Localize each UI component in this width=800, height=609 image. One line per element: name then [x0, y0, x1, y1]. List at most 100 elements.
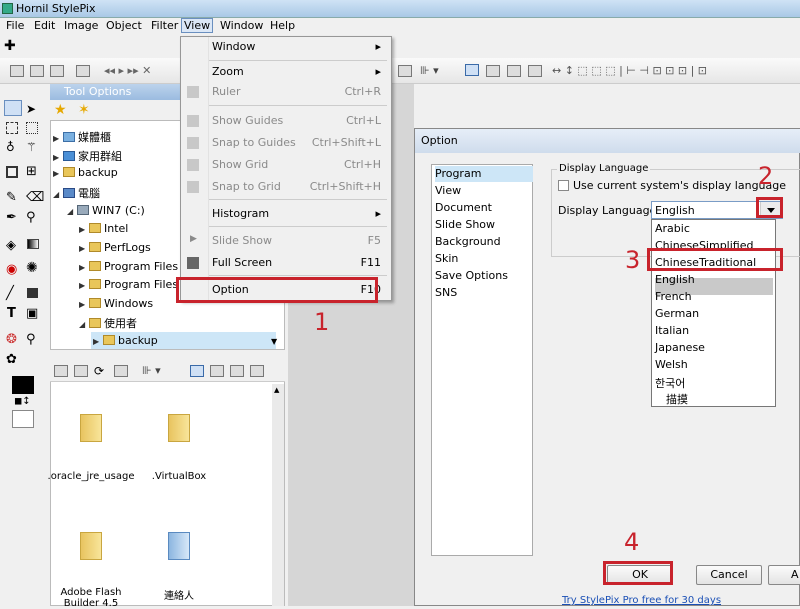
file-name[interactable]: 連絡人 — [134, 587, 224, 602]
menu-object[interactable]: Object — [104, 19, 144, 32]
apply-button[interactable]: A — [768, 565, 800, 585]
lang-option[interactable]: Italian — [655, 324, 773, 337]
redeye-icon[interactable]: ◉ — [6, 262, 17, 277]
brush-icon[interactable]: ✎ — [6, 190, 17, 205]
category-document[interactable]: Document — [435, 201, 492, 214]
view-menu-slide-show[interactable]: ▶ Slide Show F5 — [181, 231, 391, 251]
cancel-button[interactable]: Cancel — [696, 565, 762, 585]
tree-item[interactable]: ▶ Program Files — [79, 278, 178, 291]
save-icon[interactable] — [50, 65, 64, 77]
view-single-icon[interactable] — [465, 64, 479, 76]
menu-file[interactable]: File — [4, 19, 26, 32]
eye-tool-icon[interactable] — [4, 100, 22, 116]
line-icon[interactable]: ╱ — [6, 286, 14, 301]
wand-icon[interactable]: ⚚ — [26, 140, 37, 154]
lasso-icon[interactable]: ♁ — [6, 140, 15, 154]
view-menu-snap-guides[interactable]: Snap to Guides Ctrl+Shift+L — [181, 133, 391, 153]
transform-icon[interactable]: ⊞ — [26, 164, 37, 179]
lang-option[interactable]: English — [655, 273, 773, 286]
tree-item[interactable]: ◢ 電腦 — [53, 185, 100, 201]
foreground-color[interactable] — [12, 376, 34, 394]
menu-help[interactable]: Help — [268, 19, 297, 32]
menu-edit[interactable]: Edit — [32, 19, 57, 32]
tree-item[interactable]: ▶ 媒體櫃 — [53, 129, 111, 145]
lang-option[interactable]: 描摸 — [666, 391, 784, 407]
new-icon[interactable] — [10, 65, 24, 77]
category-save-options[interactable]: Save Options — [435, 269, 508, 282]
folder-icon[interactable] — [80, 414, 102, 442]
new-folder-icon[interactable] — [74, 365, 88, 377]
select-ellipse-icon[interactable] — [26, 122, 38, 134]
view-list-icon[interactable] — [528, 65, 542, 77]
background-color[interactable] — [12, 410, 34, 428]
print-icon[interactable] — [76, 65, 90, 77]
star-add-icon[interactable]: ✶ — [78, 102, 90, 118]
refresh-icon[interactable]: ⟳ — [94, 364, 104, 378]
view-menu-histogram[interactable]: Histogram ▸ — [181, 204, 391, 224]
file-name[interactable]: .VirtualBox — [134, 471, 224, 482]
menu-view[interactable]: View — [181, 18, 214, 33]
view-grid-icon[interactable] — [486, 65, 500, 77]
transform-icons[interactable]: ↔ ↕ ⬚ ⬚ ⬚ | ⊢ ⊣ ⊡ ⊡ ⊡ | ⊡ — [552, 64, 707, 77]
tree-item-selected[interactable]: ▶ backup — [93, 334, 158, 347]
view-tiles-icon[interactable] — [507, 65, 521, 77]
folder-up-icon[interactable] — [54, 365, 68, 377]
category-sns[interactable]: SNS — [435, 286, 457, 299]
pen-icon[interactable]: ✒ — [6, 210, 17, 225]
lang-option[interactable]: 한국어 — [655, 375, 773, 391]
scroll-up-icon[interactable]: ▲ — [274, 386, 279, 394]
hand-icon[interactable]: ✿ — [6, 352, 17, 367]
image-tool-icon[interactable]: ▣ — [26, 306, 38, 321]
swap-colors-icon[interactable]: ◼↕ — [14, 396, 31, 407]
tree-item[interactable]: ▶ PerfLogs — [79, 241, 151, 254]
grid-icon[interactable] — [398, 65, 412, 77]
select-rect-icon[interactable] — [6, 122, 18, 134]
layout-icons[interactable]: ⊪ ▾ — [420, 64, 439, 77]
tree-item[interactable]: ◢ 使用者 — [79, 315, 137, 331]
star-icon[interactable]: ★ — [54, 102, 67, 118]
clone-icon[interactable]: ⚲ — [26, 210, 36, 225]
view-menu-snap-grid[interactable]: Snap to Grid Ctrl+Shift+H — [181, 177, 391, 197]
tree-item[interactable]: ◢ WIN7 (C:) — [67, 204, 145, 217]
zoom-icon[interactable]: ⚲ — [26, 332, 36, 347]
crop-icon[interactable] — [6, 166, 18, 178]
thumb-view-icon[interactable] — [190, 365, 204, 377]
delete-icon[interactable] — [114, 365, 128, 377]
view-menu-show-grid[interactable]: Show Grid Ctrl+H — [181, 155, 391, 175]
contacts-folder-icon[interactable] — [168, 532, 190, 560]
tree-item[interactable]: ▶ Windows — [79, 297, 153, 310]
lang-option[interactable]: Japanese — [655, 341, 773, 354]
menu-window[interactable]: Window — [218, 19, 265, 32]
gradient-icon[interactable] — [27, 239, 39, 249]
folder-icon[interactable] — [168, 414, 190, 442]
category-program[interactable]: Program — [435, 167, 481, 180]
category-view[interactable]: View — [435, 184, 461, 197]
folder-icon[interactable] — [80, 532, 102, 560]
pointer-icon[interactable]: ➤ — [26, 102, 36, 116]
view-menu-window[interactable]: Window ▸ — [181, 37, 391, 57]
category-skin[interactable]: Skin — [435, 252, 458, 265]
menu-image[interactable]: Image — [62, 19, 100, 32]
detail-view-icon[interactable] — [230, 365, 244, 377]
view-menu-zoom[interactable]: Zoom ▸ — [181, 62, 391, 82]
fill-icon[interactable]: ◈ — [6, 238, 16, 253]
lang-option[interactable]: Welsh — [655, 358, 773, 371]
scroll-down-icon[interactable]: ▼ — [271, 337, 277, 346]
lang-option[interactable]: French — [655, 290, 773, 303]
file-name[interactable]: .oracle_jre_usage — [46, 471, 136, 482]
file-scrollbar[interactable]: ▲ — [272, 384, 284, 606]
lang-option[interactable]: Arabic — [655, 222, 773, 235]
category-slide-show[interactable]: Slide Show — [435, 218, 495, 231]
shape-icon[interactable] — [27, 288, 38, 298]
nav-arrows-icon[interactable]: ◂◂ ▸ ▸▸ ✕ — [104, 64, 151, 77]
lang-option[interactable]: German — [655, 307, 773, 320]
system-language-checkbox[interactable] — [558, 180, 569, 191]
tree-item[interactable]: ▶ backup — [53, 166, 118, 179]
pro-trial-link[interactable]: Try StylePix Pro free for 30 days — [562, 595, 721, 606]
effect-icon[interactable]: ✺ — [26, 260, 38, 276]
text-icon[interactable]: T — [7, 306, 16, 321]
view-menu-ruler[interactable]: Ruler Ctrl+R — [181, 82, 391, 102]
color-picker-icon[interactable]: ❂ — [6, 332, 17, 347]
sort-icon[interactable]: ⊪ ▾ — [142, 364, 161, 377]
view-menu-full-screen[interactable]: Full Screen F11 — [181, 253, 391, 273]
